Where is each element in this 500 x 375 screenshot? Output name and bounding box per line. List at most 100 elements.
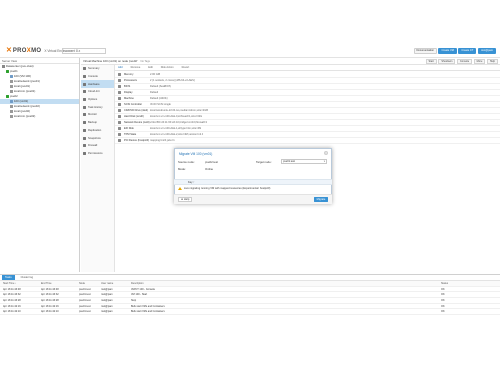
- menu-item-summary[interactable]: Summary: [81, 65, 114, 73]
- menu-item-label: Task History: [88, 105, 103, 109]
- log-cell: OK: [441, 293, 445, 297]
- menu-item-console[interactable]: Console: [81, 73, 114, 81]
- log-cell: pve01.test: [79, 293, 91, 297]
- tree-item-label: local-lvm (pve02): [14, 114, 36, 118]
- tags-label[interactable]: No Tags: [141, 60, 150, 63]
- log-cell: root@pam: [101, 310, 113, 314]
- hw-remove-button[interactable]: Remove: [131, 66, 141, 69]
- log-cell: Apr 18 11:43:28: [41, 298, 59, 302]
- proxmox-x-icon: ✕: [6, 47, 12, 54]
- log-cell: Bulk start VMs and Containers: [131, 310, 165, 314]
- tab-cluster-log[interactable]: Cluster log: [18, 275, 36, 280]
- store-icon: [10, 105, 13, 108]
- backup-icon: [83, 121, 86, 125]
- hardware-name: TPM State: [124, 133, 137, 136]
- store-icon: [10, 80, 13, 83]
- menu-item-permissions[interactable]: Permissions: [81, 150, 114, 158]
- vm-icon: [10, 100, 13, 103]
- log-column-header[interactable]: Start Time ↓: [0, 282, 38, 285]
- hardware-icon: [118, 121, 121, 124]
- hw-add-button[interactable]: Add: [118, 66, 123, 69]
- menu-item-firewall[interactable]: Firewall: [81, 142, 114, 150]
- menu-item-label: Console: [88, 75, 98, 79]
- hardware-name: Display: [124, 91, 133, 94]
- hardware-value: local-lvm:vm-100-disk-0,iothread=1,size=…: [150, 115, 203, 118]
- log-column-header[interactable]: End Time: [38, 282, 76, 285]
- documentation-button[interactable]: Documentation: [413, 47, 437, 54]
- log-column-header[interactable]: User name: [98, 282, 128, 285]
- log-column-header[interactable]: Description: [128, 282, 438, 285]
- hardware-icon: [118, 97, 121, 100]
- more-button[interactable]: More: [473, 59, 486, 64]
- store-icon: [10, 90, 13, 93]
- hw-edit-button[interactable]: Edit: [148, 66, 152, 69]
- hw-revert-button[interactable]: Revert: [182, 66, 190, 69]
- log-column-header[interactable]: Node: [76, 282, 98, 285]
- search-input[interactable]: Search: [62, 48, 106, 54]
- menu-item-task-history[interactable]: Task History: [81, 103, 114, 111]
- menu-item-monitor[interactable]: Monitor: [81, 111, 114, 119]
- log-column-header[interactable]: Status: [438, 282, 498, 285]
- help-button[interactable]: ⊕ Help: [178, 197, 193, 202]
- help-button[interactable]: Help: [486, 59, 498, 64]
- hardware-name: EFI Disk: [124, 127, 134, 130]
- console-button[interactable]: Console: [456, 59, 473, 64]
- menu-item-label: Permissions: [88, 151, 103, 155]
- menu-item-label: Firewall: [88, 144, 98, 148]
- log-cell: OK: [441, 304, 445, 308]
- hardware-value: local:iso/ubuntu-22.04.iso,media=cdrom,s…: [150, 109, 208, 112]
- log-cell: Apr 18 11:43:28: [3, 298, 21, 302]
- close-icon[interactable]: ✕: [324, 151, 328, 155]
- menu-item-label: Monitor: [88, 113, 97, 117]
- dc-icon: [2, 65, 5, 68]
- menu-item-replication[interactable]: Replication: [81, 127, 114, 135]
- menu-item-label: Cloud-Init: [88, 90, 100, 94]
- migrate-button[interactable]: Migrate: [314, 197, 328, 202]
- hardware-value: 2 (1 sockets, 2 cores) [x86-64-v2-AES]: [150, 79, 195, 82]
- menu-item-label: Replication: [88, 128, 102, 132]
- hardware-icon: [118, 115, 121, 118]
- create-vm-button[interactable]: Create VM: [438, 47, 457, 54]
- log-cell: root@pam: [101, 298, 113, 302]
- log-cell: pve01.test: [79, 304, 91, 308]
- snapshots-icon: [83, 136, 86, 140]
- help-icon: ⊕: [181, 198, 184, 201]
- tree-item[interactable]: local-lvm (pve02): [0, 114, 79, 119]
- monitor-icon: [83, 113, 86, 117]
- hw-disk-action-button[interactable]: Disk Action: [161, 66, 174, 69]
- shutdown-button[interactable]: Shutdown: [438, 59, 456, 64]
- task-log-panel: Tasks Cluster log Start Time ↓ End Time No…: [0, 274, 500, 328]
- hardware-icon: [118, 127, 121, 130]
- hardware-name: SCSI Controller: [124, 103, 143, 106]
- log-row[interactable]: Apr 18 11:42:10 Apr 18 11:42:10 pve01.test…: [0, 309, 500, 316]
- hardware-list: Memory 2.00 GiB Processors 2 (1 sockets, 2 …: [115, 72, 500, 144]
- start-button[interactable]: Start: [425, 59, 437, 64]
- menu-item-backup[interactable]: Backup: [81, 119, 114, 127]
- node-icon: [6, 70, 9, 73]
- hardware-value: VirtIO SCSI single: [150, 103, 171, 106]
- hardware-value: local-lvm:vm-100-disk-2,size=4M,version=…: [150, 133, 204, 136]
- hardware-icon: [118, 73, 121, 76]
- hardware-row[interactable]: PCI Device (hostpci0) mapping=nic0,pcie=1: [115, 138, 500, 144]
- log-cell: Bulk start VMs and Containers: [131, 304, 165, 308]
- hardware-name: PCI Device (hostpci0): [124, 139, 150, 142]
- target-node-select[interactable]: pve01.test ▾: [281, 159, 327, 164]
- chevron-down-icon: ▾: [323, 160, 325, 163]
- log-cell: Stop: [131, 298, 137, 302]
- menu-item-options[interactable]: Options: [81, 96, 114, 104]
- user-menu-button[interactable]: root@pam: [477, 47, 496, 54]
- menu-item-label: Hardware: [88, 82, 100, 86]
- create-ct-button[interactable]: Create CT: [458, 47, 477, 54]
- menu-item-label: Backup: [88, 121, 97, 125]
- tab-tasks[interactable]: Tasks: [2, 275, 15, 280]
- warning-text: Live migrating running VM with mapped re…: [184, 187, 271, 190]
- menu-item-snapshots[interactable]: Snapshots: [81, 134, 114, 142]
- hardware-icon: [118, 85, 121, 88]
- log-cell: Apr 18 11:43:32: [41, 293, 59, 297]
- menu-item-hardware[interactable]: Hardware: [81, 80, 114, 89]
- log-cell: Apr 18 11:43:48: [41, 287, 59, 291]
- menu-item-label: Options: [88, 98, 98, 102]
- mapped-resources-grid-header[interactable]: Key ↑: [174, 179, 332, 185]
- menu-item-cloud-init[interactable]: Cloud-Init: [81, 88, 114, 96]
- target-node-label: Target node:: [256, 160, 272, 164]
